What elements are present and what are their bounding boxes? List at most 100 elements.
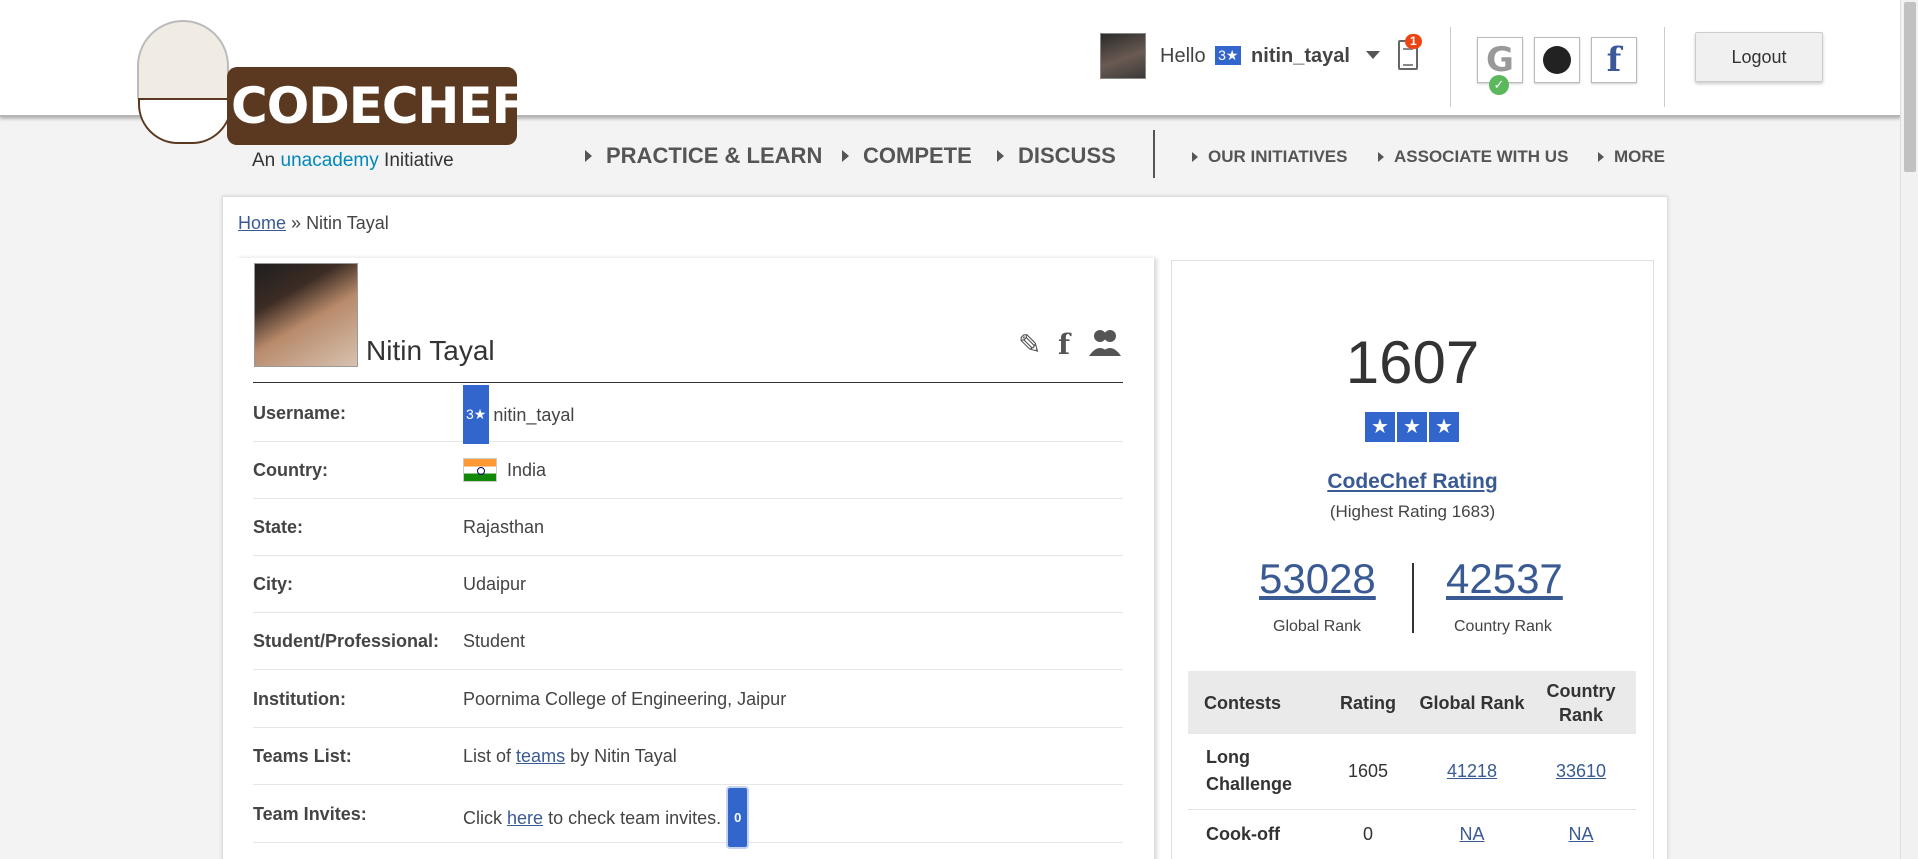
codechef-rating-link[interactable]: CodeChef Rating xyxy=(1171,470,1654,494)
row-label: State: xyxy=(253,517,304,537)
triangle-right-icon xyxy=(997,150,1004,162)
page-scrollbar[interactable] xyxy=(1900,0,1918,859)
breadcrumb-home-link[interactable]: Home xyxy=(238,213,286,233)
breadcrumb: Home » Nitin Tayal xyxy=(238,213,389,234)
table-header: Contests xyxy=(1188,671,1318,734)
highest-rating: (Highest Rating 1683) xyxy=(1329,502,1496,521)
user-menu[interactable]: Hello 3★ nitin_tayal xyxy=(1100,32,1380,80)
nav-label: COMPETE xyxy=(863,143,972,168)
username-value: nitin_tayal xyxy=(493,405,575,425)
nav-label: PRACTICE & LEARN xyxy=(606,143,823,168)
github-icon[interactable] xyxy=(1534,37,1580,83)
chef-face-icon xyxy=(138,98,232,144)
contest-country-rank: 33610 xyxy=(1526,734,1636,810)
global-rank-cell-link[interactable]: NA xyxy=(1459,824,1484,844)
hello-text[interactable]: Hello 3★ nitin_tayal xyxy=(1160,45,1380,68)
row-label: Institution: xyxy=(253,689,346,709)
triangle-right-icon xyxy=(585,150,592,162)
friends-icon[interactable] xyxy=(1088,328,1122,363)
triangle-right-icon xyxy=(1378,152,1384,162)
header-divider xyxy=(1450,27,1451,107)
global-rank-cell-link[interactable]: 41218 xyxy=(1447,761,1497,781)
nav-item-practice[interactable]: PRACTICE & LEARN xyxy=(585,143,822,169)
country-rank-link[interactable]: 42537 xyxy=(1446,555,1563,603)
invites-count-badge: 0 xyxy=(726,786,750,849)
edit-icon[interactable]: ✎ xyxy=(1018,328,1041,361)
profile-row-country: Country: India xyxy=(253,442,1123,499)
triangle-right-icon xyxy=(1598,152,1604,162)
global-rank-link[interactable]: 53028 xyxy=(1259,555,1376,603)
row-label: Teams List: xyxy=(253,746,352,766)
country-rank-cell-link[interactable]: NA xyxy=(1568,824,1593,844)
logout-button[interactable]: Logout xyxy=(1695,32,1823,82)
contest-rating-table: Contests Rating Global Rank Country Rank… xyxy=(1188,671,1636,859)
table-row: Cook-off 0 NA NA xyxy=(1188,809,1636,859)
chevron-down-icon[interactable] xyxy=(1365,50,1380,59)
tag-partner: unacademy xyxy=(280,150,379,171)
profile-name: Nitin Tayal xyxy=(366,335,495,366)
nav-item-compete[interactable]: COMPETE xyxy=(842,143,972,169)
row-value: Click here to check team invites. 0 xyxy=(463,786,750,849)
row-label: Username: xyxy=(253,403,347,423)
rating-stars: ★ ★ ★ xyxy=(1365,412,1459,442)
invites-link[interactable]: here xyxy=(507,808,543,828)
table-row: Long Challenge 1605 41218 33610 xyxy=(1188,734,1636,810)
global-rank-label: Global Rank xyxy=(1273,618,1362,635)
scrollbar-thumb[interactable] xyxy=(1904,2,1916,172)
table-header: Country Rank xyxy=(1526,671,1636,734)
breadcrumb-current: Nitin Tayal xyxy=(306,213,389,233)
star-icon: ★ xyxy=(1429,412,1459,442)
row-value: List of teams by Nitin Tayal xyxy=(463,728,677,785)
nav-item-more[interactable]: MORE xyxy=(1598,147,1665,167)
nav-label: ASSOCIATE WITH US xyxy=(1394,147,1569,166)
contest-global-rank: 41218 xyxy=(1418,734,1526,810)
breadcrumb-separator: » xyxy=(291,213,302,233)
profile-row-state: State: Rajasthan xyxy=(253,499,1123,556)
occupation-value: Student xyxy=(463,631,526,651)
row-value: 3★ nitin_tayal xyxy=(463,385,574,444)
nav-label: DISCUSS xyxy=(1018,143,1116,168)
profile-picture xyxy=(254,263,358,367)
row-label: City: xyxy=(253,574,293,594)
star-badge: 3★ xyxy=(463,385,490,444)
nav-label: MORE xyxy=(1614,147,1665,166)
triangle-right-icon xyxy=(842,150,849,162)
country-value: India xyxy=(507,460,547,480)
tag-suffix: Initiative xyxy=(384,150,454,171)
facebook-icon[interactable]: f xyxy=(1591,37,1637,83)
nav-item-initiatives[interactable]: OUR INITIATIVES xyxy=(1192,147,1347,167)
country-rank-label: Country Rank xyxy=(1454,618,1552,635)
star-badge: 3★ xyxy=(1215,45,1242,65)
city-value: Udaipur xyxy=(463,574,527,594)
contest-rating: 0 xyxy=(1318,809,1418,859)
contest-name: Cook-off xyxy=(1188,809,1318,859)
facebook-share-icon[interactable]: f xyxy=(1058,328,1070,361)
triangle-right-icon xyxy=(1192,152,1198,162)
table-header-row: Contests Rating Global Rank Country Rank xyxy=(1188,671,1636,734)
teams-post: by Nitin Tayal xyxy=(570,746,677,766)
teams-pre: List of xyxy=(463,746,512,766)
country-rank-cell-link[interactable]: 33610 xyxy=(1556,761,1606,781)
logo-wordmark: CODECHEF xyxy=(227,67,526,145)
header-username[interactable]: nitin_tayal xyxy=(1251,45,1350,67)
avatar[interactable] xyxy=(1100,33,1146,79)
chef-hat-icon xyxy=(137,20,229,108)
nav-item-associate[interactable]: ASSOCIATE WITH US xyxy=(1378,147,1568,167)
profile-row-username: Username: 3★ nitin_tayal xyxy=(253,385,1123,444)
contest-country-rank: NA xyxy=(1526,809,1636,859)
star-icon: ★ xyxy=(1397,412,1427,442)
tag-prefix: An xyxy=(252,150,276,171)
state-value: Rajasthan xyxy=(463,517,545,537)
star-icon: ★ xyxy=(1365,412,1395,442)
row-label: Country: xyxy=(253,460,328,480)
contest-rating: 1605 xyxy=(1318,734,1418,810)
profile-row-teams: Teams List: List of teams by Nitin Tayal xyxy=(253,728,1123,785)
invites-post: to check team invites. xyxy=(548,808,722,828)
check-icon: ✓ xyxy=(1489,75,1509,95)
table-header: Global Rank xyxy=(1418,671,1526,734)
nav-item-discuss[interactable]: DISCUSS xyxy=(997,143,1116,169)
nav-divider xyxy=(1153,130,1155,178)
teams-link[interactable]: teams xyxy=(516,746,565,766)
table-header: Rating xyxy=(1318,671,1418,734)
row-label: Student/Professional: xyxy=(253,631,440,651)
